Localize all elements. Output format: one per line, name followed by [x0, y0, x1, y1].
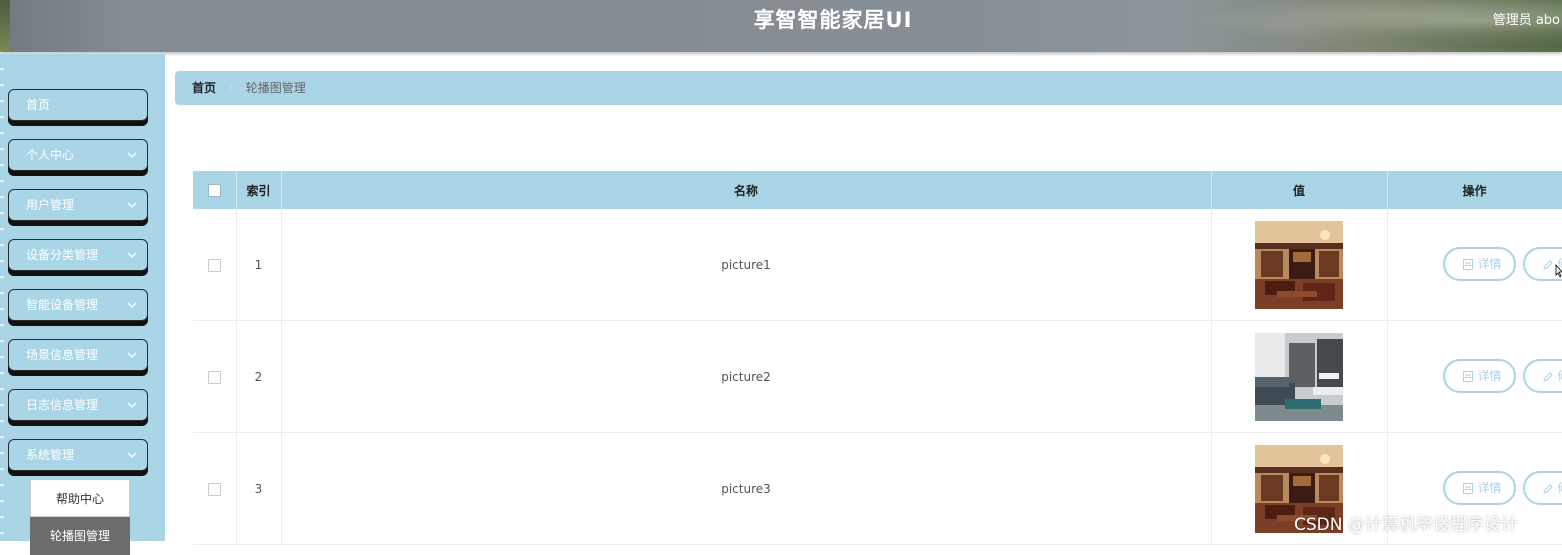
edit-button[interactable]: 修	[1523, 359, 1562, 393]
mouse-cursor-icon	[1555, 264, 1562, 278]
detail-button[interactable]: 详情	[1443, 359, 1516, 393]
chevron-down-icon	[126, 340, 138, 370]
value-cell	[1211, 321, 1387, 433]
value-cell	[1211, 209, 1387, 321]
sidebar-item-user-management[interactable]: 用户管理	[8, 189, 148, 221]
edit-button-label: 修	[1558, 369, 1562, 383]
user-label[interactable]: 管理员 abo	[1493, 9, 1560, 28]
submenu-item-help-center[interactable]: 帮助中心	[30, 479, 130, 517]
breadcrumb-home-link[interactable]: 首页	[192, 81, 216, 95]
sidebar-item-label: 日志信息管理	[26, 398, 98, 412]
submenu-item-carousel-management[interactable]: 轮播图管理	[30, 517, 130, 555]
sidebar: 首页 个人中心 用户管理 设备分类管理 智能设备管理 场景信息管理 日志信息管理…	[0, 54, 165, 541]
watermark-text: CSDN @计算机毕设程序设计	[1294, 510, 1518, 535]
select-all-cell	[193, 171, 236, 209]
index-cell: 1	[236, 209, 281, 321]
document-icon	[1463, 371, 1473, 382]
sidebar-item-scene-info[interactable]: 场景信息管理	[8, 339, 148, 371]
edit-pencil-icon	[1543, 260, 1553, 270]
sidebar-item-label: 个人中心	[26, 148, 74, 162]
column-header-name: 名称	[281, 171, 1211, 209]
sidebar-item-label: 用户管理	[26, 198, 74, 212]
chevron-down-icon	[126, 440, 138, 470]
row-select-cell	[193, 433, 236, 545]
breadcrumb-current: 轮播图管理	[246, 81, 306, 95]
sidebar-item-personal-center[interactable]: 个人中心	[8, 139, 148, 171]
column-header-index: 索引	[236, 171, 281, 209]
name-cell: picture2	[281, 321, 1211, 433]
sidebar-item-device-category[interactable]: 设备分类管理	[8, 239, 148, 271]
actions-cell: 详情 修	[1387, 321, 1562, 433]
actions-cell: 详情 修	[1387, 209, 1562, 321]
table-header-row: 索引 名称 值 操作	[193, 171, 1562, 209]
edit-pencil-icon	[1543, 484, 1553, 494]
detail-button-label: 详情	[1478, 369, 1502, 383]
sidebar-item-label: 智能设备管理	[26, 298, 98, 312]
index-cell: 2	[236, 321, 281, 433]
top-header: 享智智能家居UI 管理员 abo	[0, 0, 1562, 52]
chevron-down-icon	[126, 190, 138, 220]
room-thumbnail-image[interactable]	[1255, 221, 1343, 309]
detail-button[interactable]: 详情	[1443, 247, 1516, 281]
edit-pencil-icon	[1543, 372, 1553, 382]
edit-button-label: 修	[1558, 481, 1562, 495]
detail-button-label: 详情	[1478, 257, 1502, 271]
name-cell: picture1	[281, 209, 1211, 321]
sidebar-item-smart-device[interactable]: 智能设备管理	[8, 289, 148, 321]
index-cell: 3	[236, 433, 281, 545]
sidebar-item-label: 首页	[26, 98, 50, 112]
chevron-down-icon	[126, 140, 138, 170]
sidebar-item-label: 系统管理	[26, 448, 74, 462]
column-header-actions: 操作	[1387, 171, 1562, 209]
row-checkbox[interactable]	[208, 483, 221, 496]
app-title: 享智智能家居UI	[0, 0, 1562, 40]
sidebar-edge	[0, 54, 4, 541]
row-checkbox[interactable]	[208, 259, 221, 272]
select-all-checkbox[interactable]	[208, 184, 221, 197]
row-select-cell	[193, 209, 236, 321]
document-icon	[1463, 483, 1473, 494]
sidebar-item-log-info[interactable]: 日志信息管理	[8, 389, 148, 421]
detail-button-label: 详情	[1478, 481, 1502, 495]
chevron-down-icon	[126, 390, 138, 420]
breadcrumb: 首页 / 轮播图管理	[175, 71, 1562, 105]
name-cell: picture3	[281, 433, 1211, 545]
detail-button[interactable]: 详情	[1443, 471, 1516, 505]
column-header-value: 值	[1211, 171, 1387, 209]
carousel-table: 索引 名称 值 操作 1 picture1	[193, 171, 1562, 545]
edit-button[interactable]: 修	[1523, 471, 1562, 505]
room-thumbnail-image[interactable]	[1255, 333, 1343, 421]
row-select-cell	[193, 321, 236, 433]
sidebar-item-label: 场景信息管理	[26, 348, 98, 362]
breadcrumb-separator: /	[229, 81, 233, 95]
chevron-down-icon	[126, 290, 138, 320]
table-row: 2 picture2 详情	[193, 321, 1562, 433]
table-row: 1 picture1	[193, 209, 1562, 321]
row-checkbox[interactable]	[208, 371, 221, 384]
sidebar-item-label: 设备分类管理	[26, 248, 98, 262]
document-icon	[1463, 259, 1473, 270]
sidebar-item-home[interactable]: 首页	[8, 89, 148, 121]
sidebar-item-system-management[interactable]: 系统管理	[8, 439, 148, 471]
chevron-down-icon	[126, 240, 138, 270]
